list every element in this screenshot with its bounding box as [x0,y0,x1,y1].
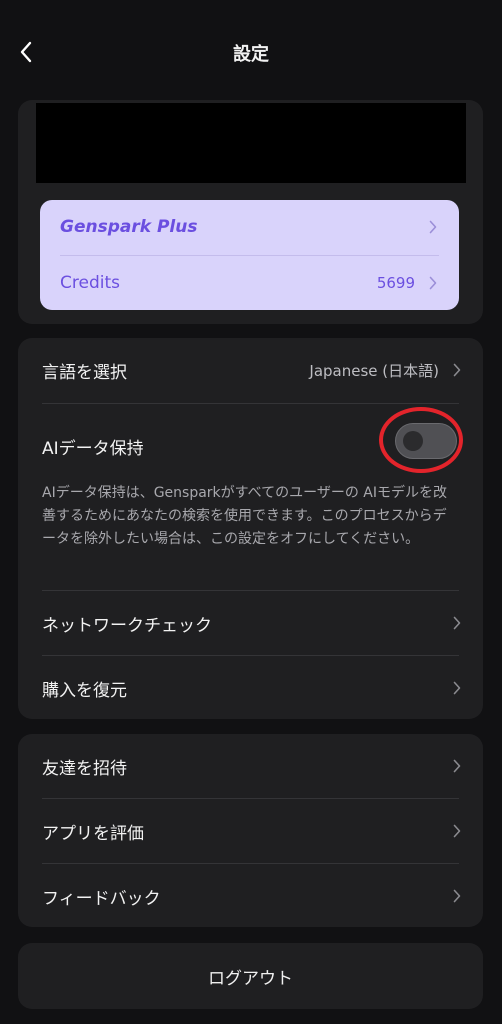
invite-friends-row[interactable]: 友達を招待 [18,734,483,798]
chevron-right-icon [429,220,439,234]
account-card: Genspark Plus Credits 5699 [18,100,483,324]
chevron-right-icon [429,276,439,290]
restore-purchase-label: 購入を復元 [42,680,127,701]
language-value: Japanese (日本語) [309,361,439,380]
rate-app-row[interactable]: アプリを評価 [18,799,483,863]
feedback-row[interactable]: フィードバック [18,864,483,928]
general-settings-card: 言語を選択 Japanese (日本語) AIデータ保持 AIデータ保持は、Ge… [18,338,483,719]
credits-value: 5699 [376,274,415,292]
language-row[interactable]: 言語を選択 Japanese (日本語) [18,338,483,402]
toggle-knob [403,431,423,451]
ai-data-description: AIデータ保持は、Gensparkがすべてのユーザーの AIモデルを改善するため… [42,485,447,547]
ai-data-toggle-wrap [379,407,463,473]
chevron-right-icon [453,681,463,695]
plan-name: Genspark Plus [60,217,198,237]
network-check-label: ネットワークチェック [42,615,212,636]
chevron-right-icon [453,363,463,377]
chevron-right-icon [453,616,463,630]
ai-data-toggle[interactable] [395,423,457,459]
header: 設定 [0,0,502,104]
feedback-label: フィードバック [42,888,161,909]
credits-label: Credits [60,273,120,293]
logout-label: ログアウト [208,968,293,989]
chevron-right-icon [453,759,463,773]
plan-row[interactable]: Genspark Plus [40,200,459,254]
logout-button[interactable]: ログアウト [18,943,483,1009]
rate-app-label: アプリを評価 [42,823,144,844]
chevron-right-icon [453,889,463,903]
language-label: 言語を選択 [42,362,127,383]
plan-box: Genspark Plus Credits 5699 [40,200,459,310]
redacted-account-info [36,103,466,183]
chevron-right-icon [453,824,463,838]
social-card: 友達を招待 アプリを評価 フィードバック [18,734,483,927]
page-title: 設定 [233,44,269,65]
restore-purchase-row[interactable]: 購入を復元 [18,656,483,720]
invite-friends-label: 友達を招待 [42,758,127,779]
network-check-row[interactable]: ネットワークチェック [18,591,483,655]
credits-row[interactable]: Credits 5699 [40,256,459,310]
divider [42,403,459,404]
